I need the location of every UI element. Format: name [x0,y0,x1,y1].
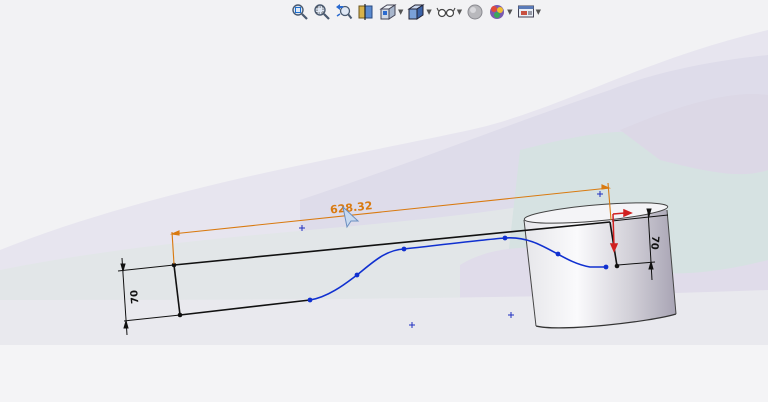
chevron-down-icon: ▼ [426,8,432,16]
right-height-dimension-value[interactable]: 70 [648,235,660,250]
zoom-to-fit-icon [292,4,308,20]
left-height-dimension-value[interactable]: 70 [129,289,141,304]
edit-appearance-icon [467,4,483,20]
apply-scene-button[interactable]: ▼ [487,1,513,23]
chevron-down-icon: ▼ [507,8,513,16]
view-orientation-icon [379,4,397,20]
display-style-button[interactable]: ▼ [406,1,432,23]
chevron-down-icon: ▼ [398,8,404,16]
graphics-viewport[interactable]: 628.32 70 70 [0,0,768,402]
hide-show-items-button[interactable]: ▼ [435,1,463,23]
spline-point[interactable] [401,246,407,252]
spline-point[interactable] [354,272,360,278]
zoom-to-fit-button[interactable] [290,1,310,23]
spline-point[interactable] [502,235,508,241]
view-orientation-button[interactable]: ▼ [378,1,404,23]
zoom-to-area-button[interactable] [312,1,332,23]
edit-appearance-button[interactable] [465,1,485,23]
spline-point[interactable] [307,297,313,303]
section-view-icon [358,4,373,20]
chevron-down-icon: ▼ [456,8,463,16]
apply-scene-icon [490,5,505,19]
chevron-down-icon: ▼ [535,8,541,16]
spline-point[interactable] [603,264,609,270]
previous-view-icon [336,4,353,20]
section-view-button[interactable] [356,1,376,23]
previous-view-button[interactable] [334,1,354,23]
scene-background [0,0,768,402]
zoom-to-area-icon [314,4,330,20]
view-settings-icon [517,5,534,18]
view-settings-button[interactable]: ▼ [516,1,542,23]
spline-point[interactable] [555,251,561,257]
cylinder-feature[interactable] [523,199,677,329]
hide-show-items-icon [436,7,456,18]
display-style-icon [407,4,426,20]
heads-up-view-toolbar: ▼ ▼ ▼ ▼ ▼ [290,0,580,24]
